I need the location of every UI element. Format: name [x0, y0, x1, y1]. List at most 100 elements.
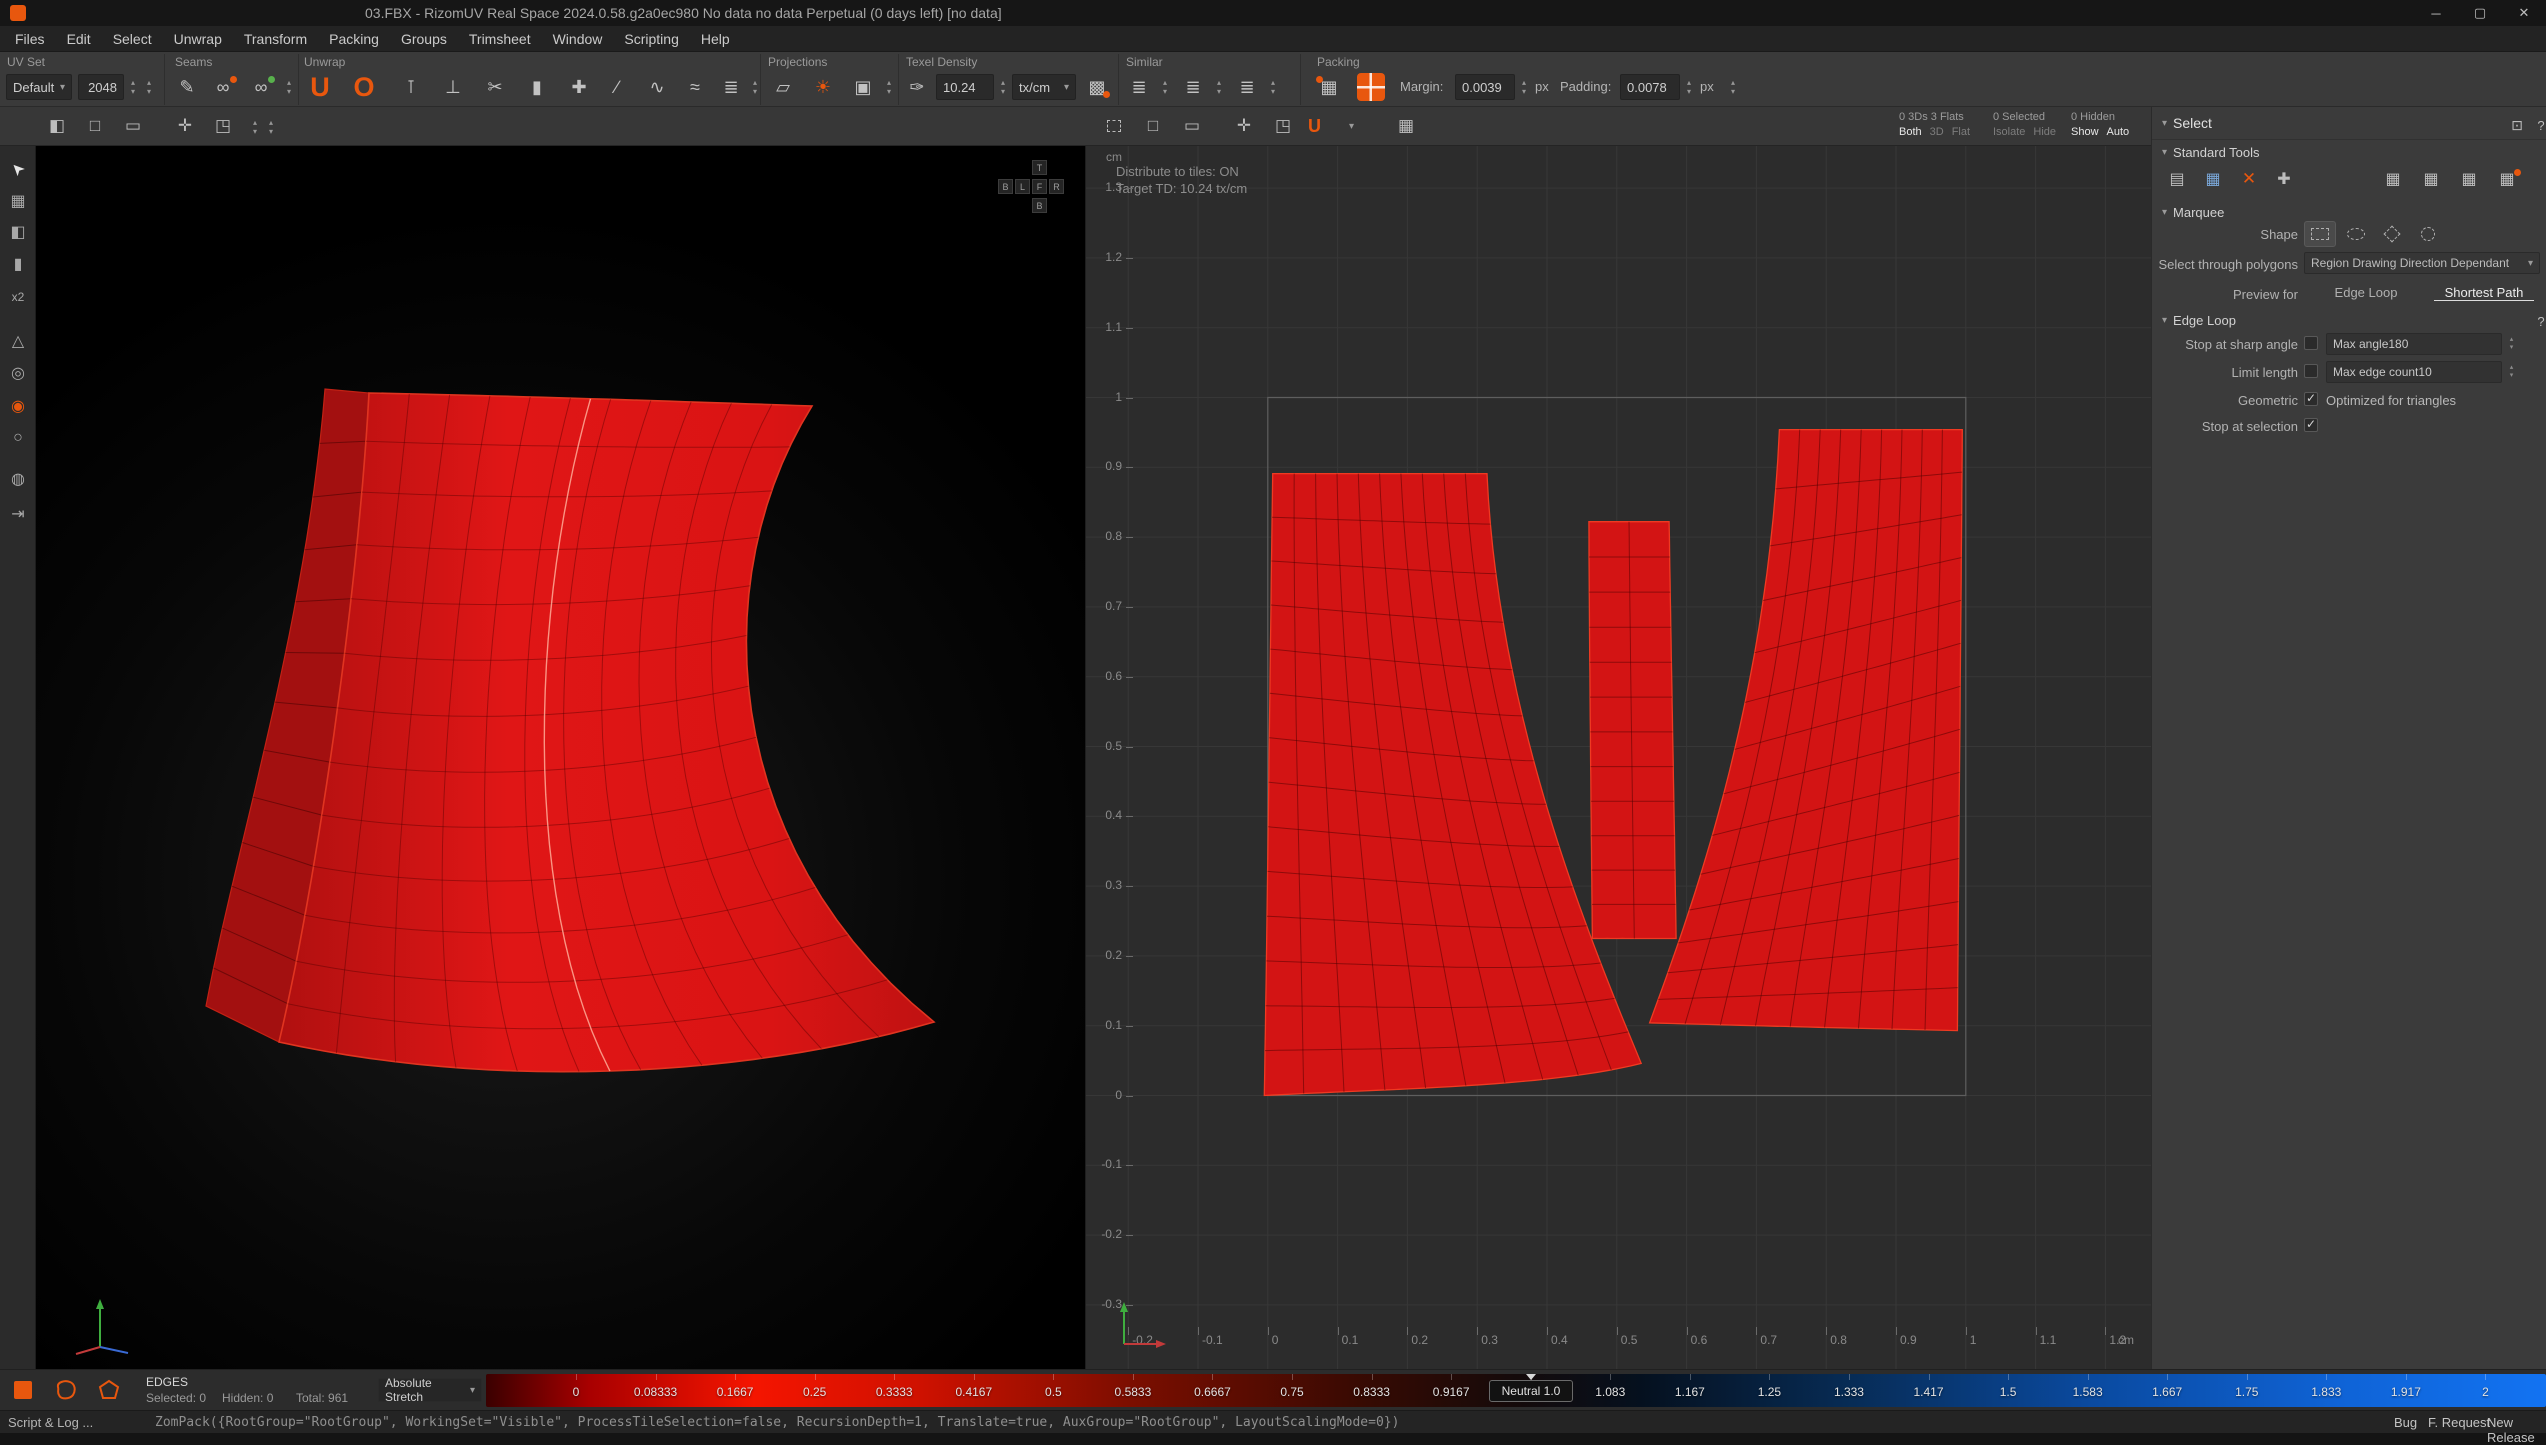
max-edge-field[interactable]: Max edge count 10	[2326, 361, 2502, 383]
grid-select-a-icon[interactable]: ▦	[2376, 165, 2410, 193]
grid-select-b-icon[interactable]: ▦	[2414, 165, 2448, 193]
uv-island-middle[interactable]	[1589, 522, 1676, 939]
box-select-icon[interactable]: ▦	[3, 187, 33, 215]
auto-projection-icon[interactable]: ☀	[806, 72, 840, 102]
vertex-mode-icon[interactable]: ◎	[3, 359, 33, 387]
stop-sharp-checkbox[interactable]	[2304, 336, 2318, 350]
unpin-icon[interactable]: ⊥	[436, 72, 470, 102]
uv-move-tool-icon[interactable]: ✛	[1227, 111, 1261, 141]
stat-option-show[interactable]: Show	[2071, 126, 2099, 138]
stat-option-hide[interactable]: Hide	[2033, 126, 2056, 138]
max-angle-field[interactable]: Max angle 180	[2326, 333, 2502, 355]
viewcube-front[interactable]: F	[1032, 179, 1047, 194]
add-selection-icon[interactable]: ✚	[2267, 165, 2301, 193]
seam-cut-loop-icon[interactable]: ∞	[206, 72, 240, 102]
viewcube-top[interactable]: T	[1032, 160, 1047, 175]
island-border-toggle-icon[interactable]	[54, 1378, 78, 1402]
map-size-stepper[interactable]	[126, 74, 140, 100]
column-select-icon[interactable]: ▮	[3, 250, 33, 278]
dock-panel-icon[interactable]: ⇥	[3, 500, 33, 528]
viewcube-bottom[interactable]: B	[1032, 198, 1047, 213]
uv-scale-tool-icon[interactable]: ◳	[1266, 111, 1300, 141]
polygon-mode-icon[interactable]: ○	[3, 424, 33, 452]
distribute-similar-icon[interactable]: ≣	[1230, 72, 1264, 102]
projections-stepper[interactable]	[882, 74, 896, 100]
layout-split-icon[interactable]: □	[78, 111, 112, 141]
gizmo-toggle-icon[interactable]: △	[3, 327, 33, 355]
stat-option-3d[interactable]: 3D	[1930, 126, 1944, 138]
magnet-unwrap-icon[interactable]: U ▾	[1308, 111, 1354, 141]
stat-option-both[interactable]: Both	[1899, 126, 1922, 138]
bug-link[interactable]: Bug	[2394, 1415, 2417, 1430]
layout-uv-icon[interactable]: ▭	[116, 111, 150, 141]
stat-option-flat[interactable]: Flat	[1952, 126, 1970, 138]
shape-polygon-icon[interactable]	[2376, 221, 2408, 247]
menu-item-scripting[interactable]: Scripting	[613, 27, 689, 51]
menu-item-edit[interactable]: Edit	[56, 27, 102, 51]
standard-tools-header[interactable]: Standard Tools	[2162, 145, 2260, 160]
edge-mode-icon[interactable]: ◉	[3, 392, 33, 420]
margin-field[interactable]: 0.0039	[1455, 74, 1515, 100]
menu-item-unwrap[interactable]: Unwrap	[163, 27, 233, 51]
layout-3d-icon[interactable]: ◧	[40, 111, 74, 141]
uv-flat-display-icon[interactable]: ▭	[1175, 111, 1209, 141]
grid-select-d-icon[interactable]: ▦	[2490, 165, 2524, 193]
pin-icon[interactable]: ⊺	[394, 72, 428, 102]
viewport-uv[interactable]: cm Distribute to tiles: ON Target TD: 10…	[1085, 146, 2151, 1369]
menu-item-help[interactable]: Help	[690, 27, 741, 51]
script-log-button[interactable]: Script & Log ...	[8, 1415, 93, 1430]
similar-stepper-3[interactable]	[1266, 74, 1280, 100]
similar-stepper-1[interactable]	[1158, 74, 1172, 100]
stat-option-isolate[interactable]: Isolate	[1993, 126, 2025, 138]
viewcube-left[interactable]: L	[1015, 179, 1030, 194]
packing-tiles-icon[interactable]: ▦	[1312, 72, 1346, 102]
snap-grid-icon[interactable]: ▦	[1389, 111, 1423, 141]
select-pattern-icon[interactable]: ▤	[2160, 165, 2194, 193]
gizmo-stepper-1[interactable]	[248, 115, 262, 139]
weld-edges-icon[interactable]: ✚	[562, 72, 596, 102]
new-release-link[interactable]: New Release	[2487, 1415, 2546, 1445]
stretch-gradient-bar[interactable]: Neutral 1.0 00.083330.16670.250.33330.41…	[486, 1374, 2546, 1407]
stop-selection-checkbox[interactable]	[2304, 418, 2318, 432]
region-direction-dropdown[interactable]: Region Drawing Direction Dependant ▾	[2304, 252, 2540, 274]
smooth-icon[interactable]: ≈	[678, 72, 712, 102]
cut-edges-icon[interactable]: ✂	[478, 72, 512, 102]
select-grid-icon[interactable]: ▦	[2196, 165, 2230, 193]
gizmo-stepper-2[interactable]	[264, 115, 278, 139]
texel-stepper[interactable]	[996, 74, 1010, 100]
padding-field[interactable]: 0.0078	[1620, 74, 1680, 100]
straighten-icon[interactable]: ∕	[600, 72, 634, 102]
fill-select-icon[interactable]: ◧	[3, 218, 33, 246]
viewcube-back[interactable]: B	[998, 179, 1013, 194]
edge-loop-help-icon[interactable]: ?	[2524, 307, 2546, 335]
margin-stepper[interactable]	[1517, 74, 1531, 100]
stat-option-auto[interactable]: Auto	[2107, 126, 2130, 138]
scale-tool-icon[interactable]: ◳	[206, 111, 240, 141]
pack-button-icon[interactable]	[1354, 72, 1388, 102]
preview-edge-loop-button[interactable]: Edge Loop	[2328, 285, 2404, 300]
max-edge-stepper[interactable]	[2505, 361, 2518, 383]
menu-item-packing[interactable]: Packing	[318, 27, 390, 51]
limit-length-checkbox[interactable]	[2304, 364, 2318, 378]
texel-picker-icon[interactable]: ✑	[902, 72, 932, 102]
menu-item-transform[interactable]: Transform	[233, 27, 318, 51]
preview-shortest-path-button[interactable]: Shortest Path	[2434, 285, 2534, 301]
padding-stepper[interactable]	[1682, 74, 1696, 100]
minimize-button[interactable]: ─	[2414, 0, 2458, 26]
uv-box-display-icon[interactable]: □	[1136, 111, 1170, 141]
fill-toggle-icon[interactable]	[14, 1381, 32, 1399]
texel-unit-dropdown[interactable]: tx/cm ▾	[1012, 74, 1076, 100]
box-projection-icon[interactable]: ▣	[846, 72, 880, 102]
panel-help-icon[interactable]: ?	[2524, 111, 2546, 139]
uv-marquee-icon[interactable]	[1097, 111, 1131, 141]
seams-stepper[interactable]	[282, 74, 296, 100]
texel-density-field[interactable]: 10.24	[936, 74, 994, 100]
apply-texel-icon[interactable]: ▩	[1080, 72, 1114, 102]
move-tool-icon[interactable]: ✛	[168, 111, 202, 141]
neutral-marker[interactable]: Neutral 1.0	[1489, 1380, 1573, 1402]
packing-stepper[interactable]	[1726, 74, 1740, 100]
menu-item-window[interactable]: Window	[542, 27, 614, 51]
x2-icon[interactable]: x2	[3, 283, 33, 311]
iterations-icon[interactable]: ≣	[714, 72, 748, 102]
seam-weld-loop-icon[interactable]: ∞	[244, 72, 278, 102]
